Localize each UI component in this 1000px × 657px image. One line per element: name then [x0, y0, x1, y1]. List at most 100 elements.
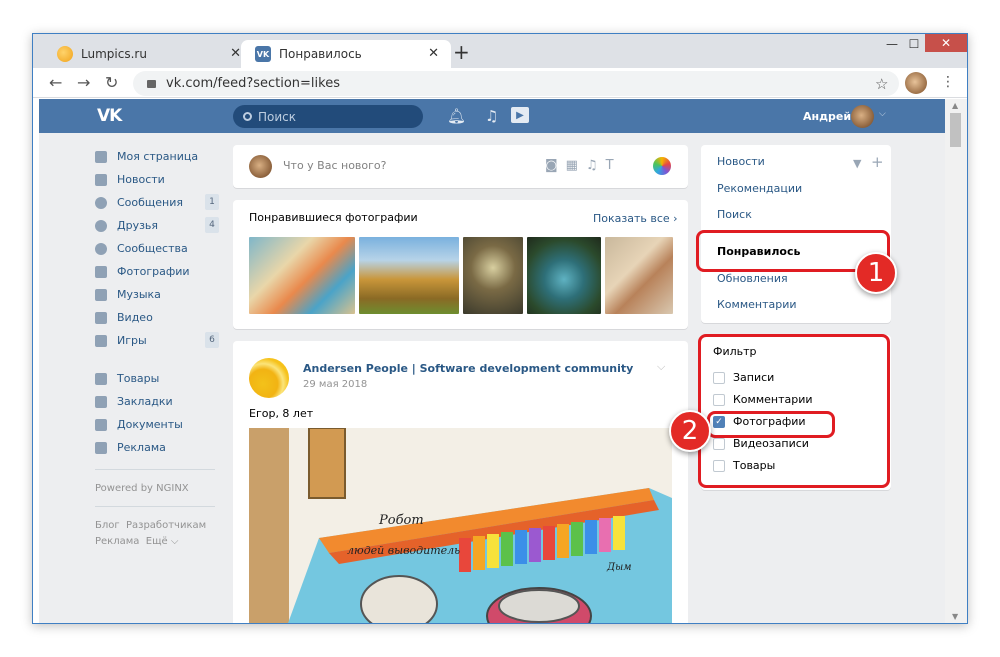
- post-author[interactable]: Andersen People | Software development c…: [303, 362, 633, 375]
- chevron-down-icon[interactable]: ⌵: [657, 360, 665, 374]
- maximize-button[interactable]: ☐: [903, 34, 925, 54]
- liked-photo-person[interactable]: [463, 237, 523, 314]
- liked-photos-title: Понравившиеся фотографии: [249, 211, 418, 224]
- post-text: Егор, 8 лет: [249, 407, 314, 420]
- minimize-button[interactable]: —: [881, 34, 903, 54]
- composer-placeholder: Что у Вас нового?: [283, 159, 387, 172]
- powered-by: Powered by NGINX: [95, 482, 189, 494]
- user-name[interactable]: Андрей: [803, 110, 851, 123]
- liked-photo-hand[interactable]: [605, 237, 673, 314]
- drawing-text-robot: Робот: [378, 513, 424, 528]
- footer-link-developers[interactable]: Разработчикам: [126, 520, 206, 531]
- sidebar-item-messages[interactable]: Сообщения 1: [95, 191, 225, 214]
- sidebar-item-goods[interactable]: Товары: [95, 367, 225, 390]
- home-icon: [95, 150, 107, 163]
- text-icon[interactable]: T: [606, 158, 622, 173]
- sidebar-item-label: Новости: [117, 173, 165, 186]
- divider: [95, 506, 215, 507]
- reload-icon[interactable]: ↻: [105, 73, 118, 92]
- liked-photos-block: Понравившиеся фотографии Показать все ›: [233, 200, 688, 329]
- profile-avatar[interactable]: [905, 72, 927, 94]
- tab-title: Lumpics.ru: [81, 47, 147, 61]
- video-icon[interactable]: ▦: [566, 158, 586, 173]
- count-badge: 6: [205, 332, 219, 348]
- right-menu-comments[interactable]: Комментарии: [717, 298, 797, 311]
- post-date[interactable]: 29 мая 2018: [303, 379, 367, 390]
- sidebar-item-label: Товары: [117, 372, 160, 385]
- step-badge-1: 1: [855, 252, 897, 294]
- search-placeholder: Поиск: [258, 109, 297, 124]
- footer-link-blog[interactable]: Блог: [95, 520, 120, 531]
- camera-icon: [95, 265, 107, 278]
- left-sidebar: Моя страница Новости Сообщения 1 Друзья 4 …: [95, 145, 225, 549]
- post-composer[interactable]: Что у Вас нового? ◙▦♫T: [233, 145, 688, 188]
- sidebar-item-label: Музыка: [117, 288, 161, 301]
- close-window-button[interactable]: ✕: [925, 34, 967, 52]
- palette-icon[interactable]: [653, 157, 671, 175]
- bookmark-star-icon[interactable]: ☆: [875, 75, 888, 93]
- camera-icon[interactable]: ◙: [545, 158, 566, 173]
- sidebar-item-documents[interactable]: Документы: [95, 413, 225, 436]
- user-avatar[interactable]: [851, 105, 874, 128]
- post-image[interactable]: Робот людей выводитель Дым: [249, 428, 672, 623]
- sidebar-item-label: Моя страница: [117, 150, 199, 163]
- sidebar-item-music[interactable]: Музыка: [95, 283, 225, 306]
- composer-attach-icons[interactable]: ◙▦♫T: [545, 158, 622, 173]
- sidebar-item-ads[interactable]: Реклама: [95, 436, 225, 459]
- sidebar-item-label: Друзья: [117, 219, 159, 232]
- post-author-avatar[interactable]: [249, 358, 289, 398]
- megaphone-icon: [95, 441, 107, 454]
- video-play-icon[interactable]: ▶: [511, 107, 529, 123]
- music-icon[interactable]: ♫: [586, 158, 606, 173]
- show-all-link[interactable]: Показать все ›: [593, 212, 678, 225]
- chevron-down-icon[interactable]: ⌵: [879, 109, 886, 119]
- count-badge: 1: [205, 194, 219, 210]
- liked-photo-lion[interactable]: [359, 237, 459, 314]
- search-input[interactable]: Поиск: [233, 105, 423, 128]
- scroll-down-icon[interactable]: ▼: [952, 612, 958, 621]
- sidebar-item-video[interactable]: Видео: [95, 306, 225, 329]
- browser-menu-icon[interactable]: ⋮: [941, 74, 955, 90]
- tab-close-icon[interactable]: ✕: [428, 46, 439, 61]
- sidebar-item-bookmarks[interactable]: Закладки: [95, 390, 225, 413]
- messages-icon: [95, 196, 107, 209]
- right-menu-updates[interactable]: Обновления: [717, 272, 788, 285]
- liked-photo-drawing[interactable]: [249, 237, 355, 314]
- sidebar-item-label: Игры: [117, 334, 147, 347]
- plus-icon[interactable]: +: [871, 153, 884, 171]
- feed-post: Andersen People | Software development c…: [233, 341, 688, 623]
- sidebar-item-games[interactable]: Игры 6: [95, 329, 225, 352]
- right-menu-search[interactable]: Поиск: [717, 208, 752, 221]
- back-arrow-icon[interactable]: ←: [49, 73, 62, 92]
- sidebar-item-news[interactable]: Новости: [95, 168, 225, 191]
- sidebar-item-friends[interactable]: Друзья 4: [95, 214, 225, 237]
- sidebar-item-groups[interactable]: Сообщества: [95, 237, 225, 260]
- filter-funnel-icon[interactable]: ▼: [853, 157, 861, 170]
- sidebar-item-label: Фотографии: [117, 265, 190, 278]
- vk-logo[interactable]: VK: [97, 106, 122, 126]
- vk-favicon-icon: VK: [255, 46, 271, 62]
- lumpics-favicon-icon: [57, 46, 73, 62]
- right-menu-recommendations[interactable]: Рекомендации: [717, 182, 802, 195]
- scrollbar[interactable]: ▲ ▼: [945, 99, 967, 623]
- vk-header: VK Поиск 🔔︎ ♫ ▶ Андрей ⌵: [39, 99, 951, 133]
- scrollbar-thumb[interactable]: [950, 113, 961, 147]
- music-icon[interactable]: ♫: [485, 107, 498, 125]
- footer-link-more[interactable]: Ещё ⌵: [146, 536, 179, 547]
- scroll-up-icon[interactable]: ▲: [952, 101, 958, 110]
- bell-icon[interactable]: 🔔︎: [447, 107, 466, 125]
- footer-link-ads[interactable]: Реклама: [95, 536, 139, 547]
- forward-arrow-icon[interactable]: →: [77, 73, 90, 92]
- tab-lumpics[interactable]: Lumpics.ru ✕: [43, 40, 253, 68]
- step-badge-2: 2: [669, 410, 711, 452]
- tab-bar: Lumpics.ru ✕ VK Понравилось ✕ + — ☐ ✕: [33, 34, 967, 68]
- search-icon: [243, 112, 252, 121]
- new-tab-button[interactable]: +: [453, 42, 470, 62]
- sidebar-item-photos[interactable]: Фотографии: [95, 260, 225, 283]
- liked-photo-cave-lake[interactable]: [527, 237, 601, 314]
- tab-likes[interactable]: VK Понравилось ✕: [241, 40, 451, 68]
- address-bar[interactable]: vk.com/feed?section=likes: [133, 71, 899, 96]
- sidebar-item-my-page[interactable]: Моя страница: [95, 145, 225, 168]
- right-menu-news[interactable]: Новости: [717, 155, 765, 168]
- tab-close-icon[interactable]: ✕: [230, 46, 241, 61]
